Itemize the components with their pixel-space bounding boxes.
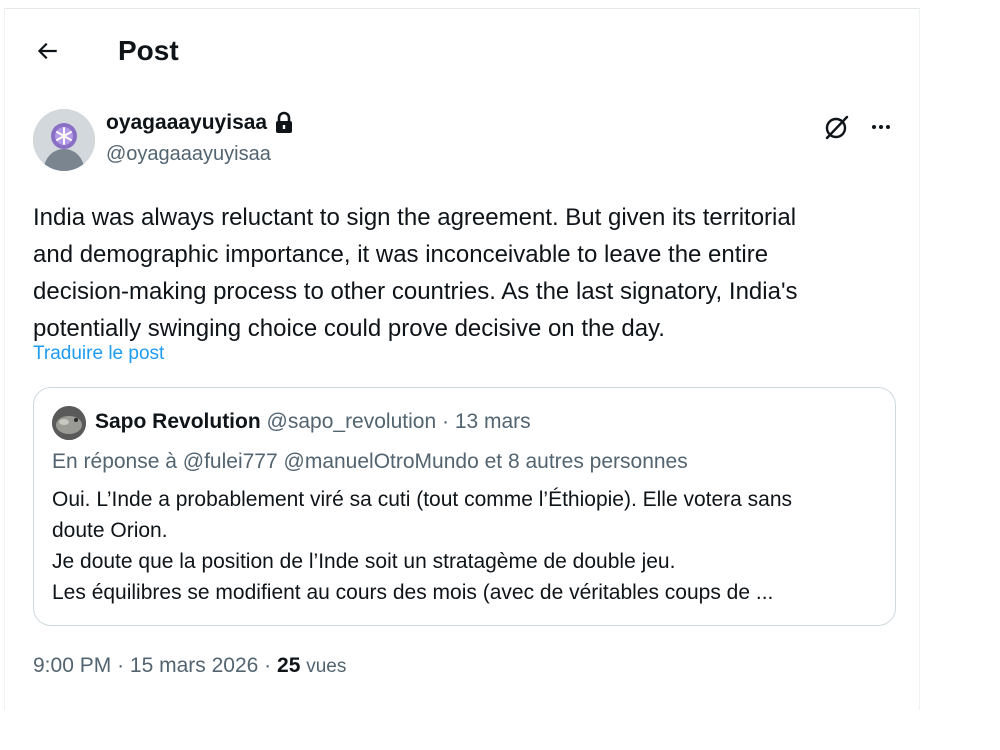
post-meta: 9:00 PM · 15 mars 2026 · 25 vues xyxy=(33,654,346,678)
grok-icon xyxy=(825,115,849,140)
more-dots-icon xyxy=(872,125,890,129)
quoted-author-avatar[interactable] xyxy=(52,406,86,440)
post-detail-column: Post oyagaaayuyisaa @oyagaaayuyisaa Indi… xyxy=(4,8,920,710)
quoted-text-line: Les équilibres se modifient au cours des… xyxy=(52,581,774,604)
page-title: Post xyxy=(118,35,179,66)
views-label: vues xyxy=(306,656,347,677)
quoted-text-line: Je doute que la position de l’Inde soit … xyxy=(52,550,676,573)
author-avatar[interactable] xyxy=(33,109,95,171)
post-date[interactable]: 15 mars 2026 xyxy=(130,654,258,677)
more-button[interactable] xyxy=(863,109,899,145)
author-display-name[interactable]: oyagaaayuyisaa xyxy=(106,111,267,135)
meta-separator: · xyxy=(264,654,272,677)
author-handle[interactable]: @oyagaaayuyisaa xyxy=(106,143,271,166)
reply-mention-2: @manuelOtroMundo xyxy=(283,450,479,473)
grok-button[interactable] xyxy=(819,109,855,145)
reply-mention-1: @fulei777 xyxy=(182,450,278,473)
translate-post-link[interactable]: Traduire le post xyxy=(33,343,164,365)
quoted-author-handle[interactable]: @sapo_revolution xyxy=(267,410,437,433)
meta-separator: · xyxy=(117,654,125,677)
reply-others: et 8 autres personnes xyxy=(484,450,688,473)
quoted-text-line: doute Orion. xyxy=(52,519,168,542)
post-author-row: oyagaaayuyisaa @oyagaaayuyisaa xyxy=(33,109,899,173)
back-button[interactable] xyxy=(27,31,67,71)
quoted-post-date[interactable]: 13 mars xyxy=(455,410,531,433)
reply-prefix: En réponse à xyxy=(52,450,177,473)
page-header: Post xyxy=(5,9,919,89)
avatar-icon xyxy=(33,109,95,171)
quoted-post-text: Oui. L’Inde a probablement viré sa cuti … xyxy=(52,484,882,608)
quoted-avatar-icon xyxy=(52,406,86,440)
post-text: India was always reluctant to sign the a… xyxy=(33,204,798,342)
arrow-left-icon xyxy=(37,42,57,60)
quoted-author-name[interactable]: Sapo Revolution xyxy=(95,410,261,433)
quoted-text-line: Oui. L’Inde a probablement viré sa cuti … xyxy=(52,488,793,511)
quoted-reply-context: En réponse à @fulei777 @manuelOtroMundo … xyxy=(52,450,688,474)
quoted-post-card[interactable]: Sapo Revolution @sapo_revolution · 13 ma… xyxy=(33,387,896,626)
post-time[interactable]: 9:00 PM xyxy=(33,654,111,677)
quoted-separator: · xyxy=(441,410,449,433)
views-count: 25 xyxy=(277,654,301,677)
lock-icon xyxy=(276,111,293,133)
quoted-post-header: Sapo Revolution @sapo_revolution · 13 ma… xyxy=(95,410,531,434)
author-name-wrap[interactable]: oyagaaayuyisaa xyxy=(106,111,295,135)
